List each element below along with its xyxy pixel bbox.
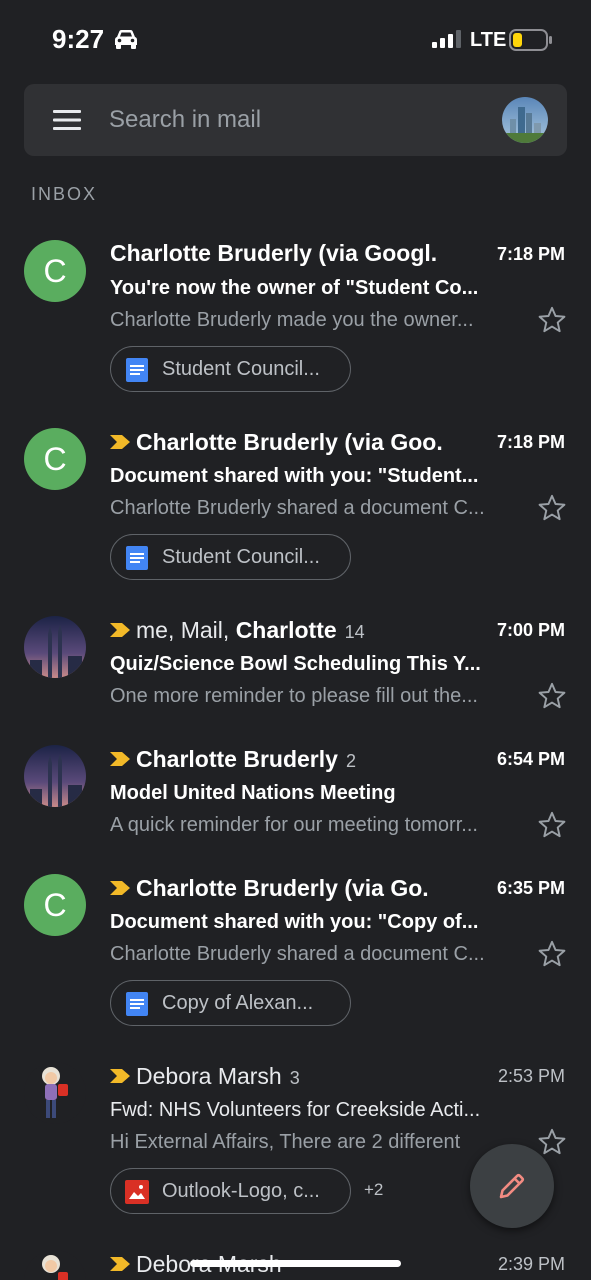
sender-prefix: me, Mail,: [136, 617, 236, 643]
email-row[interactable]: C Charlotte Bruderly (via Goo. 7:18 PM D…: [0, 428, 591, 588]
sender-avatar: [24, 1062, 86, 1124]
email-row[interactable]: C Charlotte Bruderly (via Googl. 7:18 PM…: [0, 240, 591, 400]
status-time: 9:27: [52, 24, 105, 54]
email-row[interactable]: me, Mail, Charlotte 14 7:00 PM Quiz/Scien…: [0, 616, 591, 726]
sender-line: Charlotte Bruderly (via Googl.: [110, 240, 480, 272]
important-marker-icon[interactable]: [110, 1250, 130, 1277]
home-indicator[interactable]: [190, 1260, 401, 1267]
star-icon[interactable]: [537, 811, 567, 844]
attachment-chip[interactable]: Student Council...: [110, 534, 351, 580]
status-bar: 9:27 LTE: [0, 0, 591, 80]
email-time: 2:53 PM: [497, 1066, 565, 1086]
sender-name: Charlotte Bruderly: [136, 746, 338, 772]
star-icon[interactable]: [537, 940, 567, 973]
email-snippet: A quick reminder for our meeting tomorr.…: [110, 814, 478, 836]
email-snippet: Charlotte Bruderly shared a document C..…: [110, 943, 485, 965]
email-subject: Model United Nations Meeting: [110, 782, 396, 804]
thread-count: 3: [289, 1068, 300, 1088]
more-attachments-count: +2: [364, 1180, 384, 1199]
email-time: 6:35 PM: [496, 878, 565, 898]
email-subject: Quiz/Science Bowl Scheduling This Y...: [110, 653, 481, 675]
sender-avatar: [24, 616, 86, 678]
sender-name: Debora Marsh: [136, 1063, 282, 1089]
docs-icon: [125, 358, 149, 387]
battery-icon: [509, 29, 553, 56]
sender-name: Charlotte Bruderly (via Googl.: [110, 240, 438, 266]
email-subject: Fwd: NHS Volunteers for Creekside Acti..…: [110, 1099, 481, 1121]
thread-count: 14: [344, 622, 365, 642]
attachment-chip[interactable]: Outlook-Logo, c...: [110, 1168, 351, 1214]
search-bar[interactable]: Search in mail: [24, 84, 567, 156]
sender-avatar: C: [24, 874, 86, 936]
email-time: 6:54 PM: [496, 749, 565, 769]
menu-icon[interactable]: [53, 109, 81, 136]
email-snippet: Hi External Affairs, There are 2 differe…: [110, 1131, 461, 1153]
sender-avatar: [24, 745, 86, 807]
important-marker-icon[interactable]: [110, 428, 130, 455]
attachment-chip[interactable]: Student Council...: [110, 346, 351, 392]
search-input[interactable]: Search in mail: [109, 106, 261, 134]
compose-button[interactable]: [470, 1144, 554, 1228]
docs-icon: [125, 992, 149, 1021]
email-subject: Document shared with you: "Student...: [110, 465, 479, 487]
important-marker-icon[interactable]: [110, 616, 130, 643]
email-subject: You're now the owner of "Student Co...: [110, 277, 479, 299]
email-time: 7:18 PM: [496, 432, 565, 452]
sender-name: Charlotte Bruderly (via Go.: [136, 875, 429, 901]
docs-icon: [125, 546, 149, 575]
section-label-inbox: INBOX: [31, 184, 98, 204]
email-snippet: One more reminder to please fill out the…: [110, 685, 478, 707]
attachment-name: Student Council...: [162, 358, 320, 380]
important-marker-icon[interactable]: [110, 1062, 130, 1089]
email-time: 7:00 PM: [496, 620, 565, 640]
sender-line: Charlotte Bruderly (via Goo.: [110, 428, 480, 460]
email-snippet: Charlotte Bruderly made you the owner...: [110, 309, 474, 331]
email-row[interactable]: Charlotte Bruderly 2 6:54 PM Model United…: [0, 745, 591, 855]
car-icon: [113, 28, 139, 55]
important-marker-icon[interactable]: [110, 745, 130, 772]
email-subject: Document shared with you: "Copy of...: [110, 911, 479, 933]
sender-name: Charlotte: [235, 617, 337, 643]
important-marker-icon[interactable]: [110, 874, 130, 901]
network-type: LTE: [470, 29, 507, 51]
sender-line: Charlotte Bruderly 2: [110, 745, 480, 777]
star-icon[interactable]: [537, 306, 567, 339]
star-icon[interactable]: [537, 682, 567, 715]
pencil-icon: [499, 1173, 525, 1199]
sender-line: me, Mail, Charlotte 14: [110, 616, 480, 648]
attachment-name: Outlook-Logo, c...: [162, 1180, 320, 1202]
sender-avatar: C: [24, 428, 86, 490]
sender-name: Charlotte Bruderly (via Goo.: [136, 429, 443, 455]
sender-avatar: [24, 1250, 86, 1280]
attachment-chip[interactable]: Copy of Alexan...: [110, 980, 351, 1026]
email-time: 7:18 PM: [496, 244, 565, 264]
email-time: 2:39 PM: [497, 1254, 565, 1274]
signal-icon: [432, 30, 464, 53]
sender-line: Charlotte Bruderly (via Go.: [110, 874, 480, 906]
thread-count: 2: [345, 751, 356, 771]
attachment-name: Student Council...: [162, 546, 320, 568]
email-snippet: Charlotte Bruderly shared a document C..…: [110, 497, 485, 519]
image-icon: [125, 1180, 149, 1209]
attachment-name: Copy of Alexan...: [162, 992, 314, 1014]
email-row[interactable]: C Charlotte Bruderly (via Go. 6:35 PM Do…: [0, 874, 591, 1034]
star-icon[interactable]: [537, 494, 567, 527]
account-avatar[interactable]: [502, 97, 548, 143]
sender-avatar: C: [24, 240, 86, 302]
sender-line: Debora Marsh 3: [110, 1062, 480, 1094]
